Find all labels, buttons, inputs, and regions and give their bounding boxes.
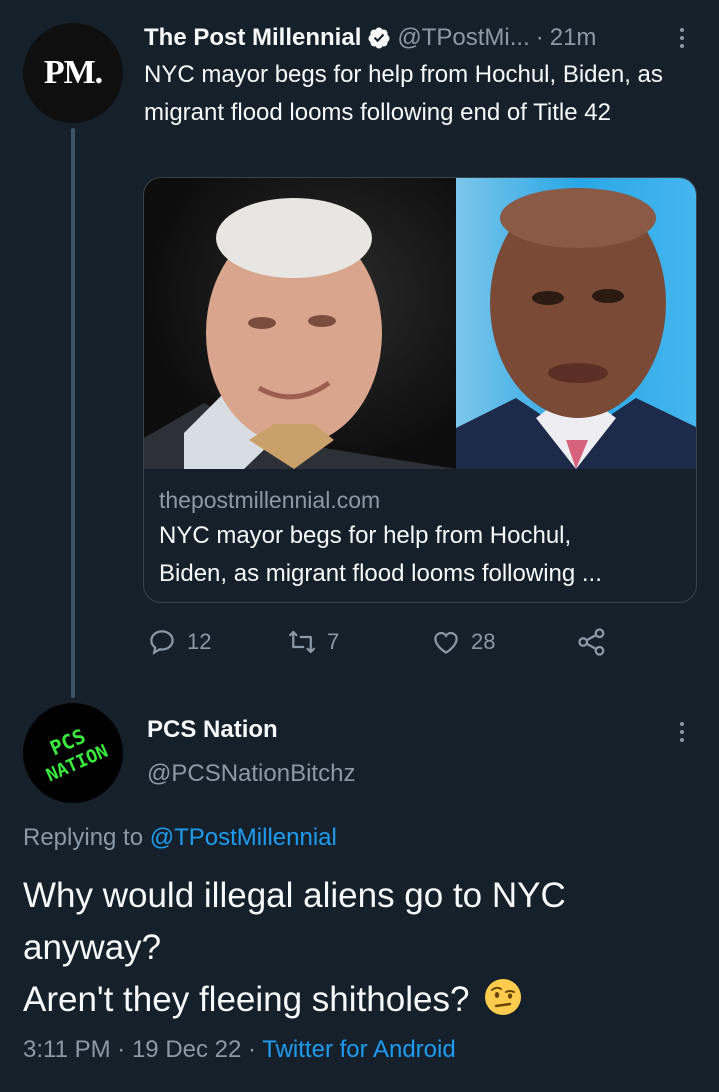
tweet-source-link[interactable]: Twitter for Android	[262, 1036, 455, 1063]
photo-right-portrait	[456, 178, 696, 469]
separator-dot: ·	[535, 24, 544, 51]
link-card[interactable]: thepostmillennial.com NYC mayor begs for…	[143, 177, 697, 603]
retweet-count: 7	[327, 629, 340, 654]
avatar[interactable]: PCS NATION	[23, 703, 123, 803]
avatar-logo: PCS NATION	[34, 718, 113, 788]
replying-handle-link[interactable]: @TPostMillennial	[150, 824, 337, 851]
author-handle[interactable]: @TPostMi...	[397, 24, 529, 52]
tweet-meta: 3:11 PM · 19 Dec 22 · Twitter for Androi…	[23, 1036, 456, 1064]
more-icon[interactable]	[670, 712, 694, 752]
raised-eyebrow-emoji	[485, 979, 522, 1015]
share-button[interactable]	[577, 620, 607, 664]
replying-prefix: Replying to	[23, 824, 144, 851]
tweet-header: The Post Millennial @TPostMi... · 21m	[144, 18, 704, 58]
retweet-button[interactable]: 7	[287, 620, 339, 664]
author-name[interactable]: PCS Nation	[147, 716, 278, 744]
separator-dot: ·	[117, 1036, 126, 1063]
card-title-line1: NYC mayor begs for help from Hochul,	[159, 522, 572, 549]
avatar[interactable]: PM.	[23, 23, 123, 123]
author-name[interactable]: The Post Millennial	[144, 24, 361, 52]
avatar-logo-text: PM.	[43, 54, 103, 91]
reply-button[interactable]: 12	[147, 620, 211, 664]
thread-connector-line	[71, 128, 75, 698]
like-count: 28	[471, 629, 496, 654]
tweet-text: NYC mayor begs for help from Hochul, Bid…	[144, 61, 663, 126]
tweet-time[interactable]: 3:11 PM	[23, 1036, 111, 1063]
share-icon	[578, 628, 605, 656]
card-meta: thepostmillennial.com NYC mayor begs for…	[159, 483, 681, 593]
tweet-date[interactable]: 19 Dec 22	[132, 1036, 241, 1063]
tweet-text-line1: Why would illegal aliens go to NYC	[23, 876, 566, 915]
author-handle[interactable]: @PCSNationBitchz	[147, 760, 355, 788]
tweet-text: Why would illegal aliens go to NYC anywa…	[23, 870, 703, 1026]
retweet-icon	[289, 630, 315, 654]
card-image	[144, 178, 696, 469]
verified-badge-icon	[368, 27, 390, 49]
tweet-actions: 12 7 28	[147, 620, 617, 664]
separator-dot: ·	[248, 1036, 257, 1063]
card-domain: thepostmillennial.com	[159, 487, 381, 513]
heart-icon	[434, 631, 458, 654]
card-title-line2: Biden, as migrant flood looms following …	[159, 560, 602, 587]
reply-icon	[150, 630, 174, 655]
tweet-text-line3-row: Aren't they fleeing shitholes?	[23, 974, 703, 1026]
tweet-text-line2: anyway?	[23, 928, 162, 967]
reply-count: 12	[187, 629, 212, 654]
tweet-text-line3: Aren't they fleeing shitholes?	[23, 980, 470, 1019]
tweet-time[interactable]: 21m	[550, 24, 597, 52]
more-icon[interactable]	[670, 18, 694, 58]
photo-left-portrait	[144, 178, 456, 469]
like-button[interactable]: 28	[431, 620, 495, 664]
replying-to: Replying to @TPostMillennial	[23, 824, 337, 852]
